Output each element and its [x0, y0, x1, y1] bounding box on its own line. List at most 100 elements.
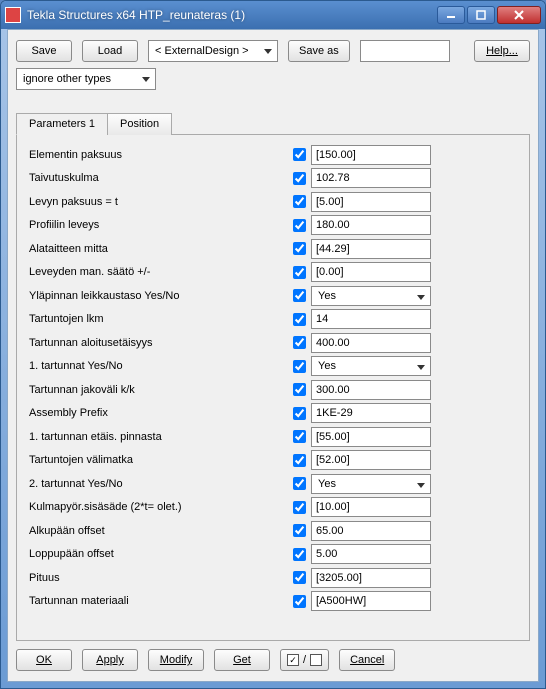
param-checkbox[interactable] — [293, 172, 306, 185]
unchecked-icon — [310, 654, 322, 666]
param-checkbox[interactable] — [293, 336, 306, 349]
param-input[interactable] — [311, 309, 431, 329]
param-row: Yläpinnan leikkaustaso Yes/NoYes — [27, 284, 519, 308]
param-value-wrap — [311, 450, 431, 470]
close-button[interactable] — [497, 6, 541, 24]
tab-parameters[interactable]: Parameters 1 — [16, 113, 108, 135]
second-toolbar: ignore other types — [16, 68, 530, 90]
titlebar[interactable]: Tekla Structures x64 HTP_reunateras (1) — [1, 1, 545, 29]
param-checkbox[interactable] — [293, 289, 306, 302]
modify-button[interactable]: Modify — [148, 649, 204, 671]
param-input[interactable] — [311, 215, 431, 235]
param-row: Tartuntojen välimatka — [27, 449, 519, 473]
save-as-button[interactable]: Save as — [288, 40, 350, 62]
param-input[interactable] — [311, 262, 431, 282]
param-checkbox[interactable] — [293, 524, 306, 537]
param-checkbox[interactable] — [293, 571, 306, 584]
top-toolbar: Save Load < ExternalDesign > Save as Hel… — [16, 40, 530, 62]
param-checkbox[interactable] — [293, 595, 306, 608]
param-checkbox-wrap — [287, 219, 311, 232]
param-input[interactable] — [311, 168, 431, 188]
param-select[interactable]: Yes — [311, 356, 431, 376]
param-checkbox[interactable] — [293, 407, 306, 420]
save-as-input[interactable] — [360, 40, 450, 62]
param-checkbox[interactable] — [293, 501, 306, 514]
param-input[interactable] — [311, 333, 431, 353]
param-checkbox-wrap — [287, 360, 311, 373]
load-button[interactable]: Load — [82, 40, 138, 62]
help-button[interactable]: Help... — [474, 40, 530, 62]
param-label: Tartunnan materiaali — [27, 595, 287, 607]
param-row: Taivutuskulma — [27, 167, 519, 191]
param-select[interactable]: Yes — [311, 474, 431, 494]
param-input[interactable] — [311, 591, 431, 611]
param-input[interactable] — [311, 192, 431, 212]
param-checkbox-wrap — [287, 148, 311, 161]
param-input[interactable] — [311, 568, 431, 588]
param-input[interactable] — [311, 427, 431, 447]
param-label: Loppupään offset — [27, 548, 287, 560]
param-checkbox-wrap — [287, 407, 311, 420]
param-checkbox[interactable] — [293, 266, 306, 279]
apply-button[interactable]: Apply — [82, 649, 138, 671]
minimize-button[interactable] — [437, 6, 465, 24]
param-checkbox[interactable] — [293, 477, 306, 490]
param-checkbox-wrap — [287, 430, 311, 443]
param-checkbox[interactable] — [293, 148, 306, 161]
param-input[interactable] — [311, 544, 431, 564]
param-row: Levyn paksuus = t — [27, 190, 519, 214]
param-checkbox[interactable] — [293, 195, 306, 208]
toggle-all-checkboxes[interactable]: ✓/ — [280, 649, 329, 671]
param-row: Pituus — [27, 566, 519, 590]
get-button[interactable]: Get — [214, 649, 270, 671]
param-checkbox[interactable] — [293, 242, 306, 255]
param-checkbox-wrap — [287, 524, 311, 537]
param-checkbox[interactable] — [293, 548, 306, 561]
param-label: Profiilin leveys — [27, 219, 287, 231]
param-checkbox-wrap — [287, 477, 311, 490]
cancel-button[interactable]: Cancel — [339, 649, 395, 671]
param-value-wrap — [311, 145, 431, 165]
param-checkbox[interactable] — [293, 430, 306, 443]
param-input[interactable] — [311, 450, 431, 470]
param-checkbox[interactable] — [293, 360, 306, 373]
param-checkbox[interactable] — [293, 313, 306, 326]
param-checkbox[interactable] — [293, 219, 306, 232]
param-value-wrap — [311, 239, 431, 259]
param-label: Alkupään offset — [27, 525, 287, 537]
param-value-wrap — [311, 309, 431, 329]
ignore-types-value: ignore other types — [23, 73, 111, 85]
param-checkbox[interactable] — [293, 383, 306, 396]
param-value-wrap — [311, 192, 431, 212]
param-value-wrap — [311, 427, 431, 447]
save-button[interactable]: Save — [16, 40, 72, 62]
param-checkbox-wrap — [287, 571, 311, 584]
param-input[interactable] — [311, 239, 431, 259]
param-row: Elementin paksuus — [27, 143, 519, 167]
external-design-value: < ExternalDesign > — [155, 45, 249, 57]
param-checkbox-wrap — [287, 336, 311, 349]
tabs: Parameters 1 Position — [16, 112, 530, 135]
param-value-wrap — [311, 333, 431, 353]
param-input[interactable] — [311, 145, 431, 165]
external-design-select[interactable]: < ExternalDesign > — [148, 40, 278, 62]
maximize-button[interactable] — [467, 6, 495, 24]
ignore-types-select[interactable]: ignore other types — [16, 68, 156, 90]
param-input[interactable] — [311, 403, 431, 423]
param-label: Leveyden man. säätö +/- — [27, 266, 287, 278]
param-input[interactable] — [311, 380, 431, 400]
param-checkbox-wrap — [287, 195, 311, 208]
param-value-wrap — [311, 403, 431, 423]
param-row: Profiilin leveys — [27, 214, 519, 238]
param-checkbox[interactable] — [293, 454, 306, 467]
ok-button[interactable]: OK — [16, 649, 72, 671]
param-input[interactable] — [311, 521, 431, 541]
tab-position[interactable]: Position — [107, 113, 172, 135]
param-value-wrap — [311, 568, 431, 588]
param-value-wrap — [311, 215, 431, 235]
param-select[interactable]: Yes — [311, 286, 431, 306]
param-input[interactable] — [311, 497, 431, 517]
param-row: Tartuntojen lkm — [27, 308, 519, 332]
param-checkbox-wrap — [287, 454, 311, 467]
param-row: Tartunnan jakoväli k/k — [27, 378, 519, 402]
